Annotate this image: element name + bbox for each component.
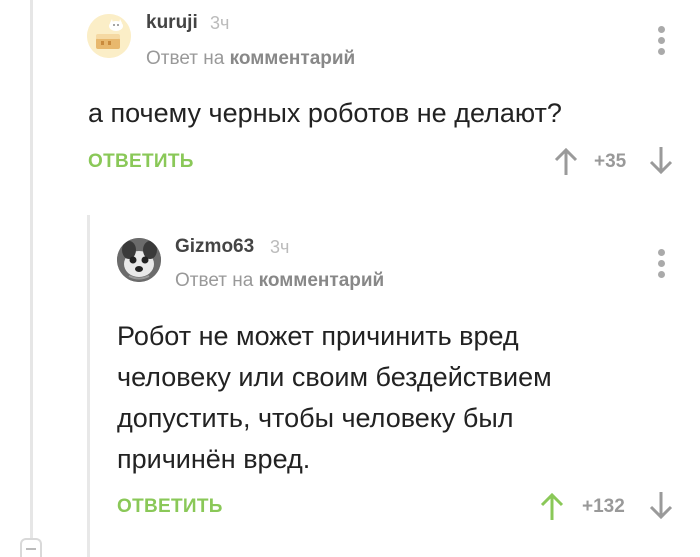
arrow-down-icon[interactable]: [648, 491, 674, 521]
comment-text-line: Робот не может причинить вред: [117, 321, 519, 351]
dog-avatar-icon: [117, 238, 161, 282]
reply-to-prefix: Ответ на: [146, 48, 225, 69]
reply-button[interactable]: ОТВЕТИТЬ: [117, 496, 223, 518]
reply-indent-line[interactable]: [87, 215, 90, 557]
thread-line[interactable]: [30, 0, 33, 557]
comment-menu-icon[interactable]: [658, 26, 666, 59]
comment-menu-icon[interactable]: [658, 249, 666, 282]
arrow-up-icon[interactable]: [553, 146, 579, 176]
reply-to-link[interactable]: комментарий: [230, 48, 356, 69]
comment-rating: +132: [582, 496, 625, 517]
reply-to-line: Ответ на комментарий: [175, 270, 384, 292]
comment-text: Робот не может причинить вред человеку и…: [117, 316, 552, 480]
comment-time: 3ч: [270, 237, 290, 257]
cat-cake-avatar-icon: [87, 14, 131, 58]
reply-to-line: Ответ на комментарий: [146, 48, 355, 70]
reply-button[interactable]: ОТВЕТИТЬ: [88, 151, 194, 173]
reply-to-prefix: Ответ на: [175, 270, 254, 291]
comment-text-line: человеку или своим бездействием: [117, 362, 552, 392]
comment-thread: kuruji 3ч Ответ на комментарий а почему …: [0, 0, 700, 557]
collapse-thread-icon[interactable]: [20, 538, 42, 557]
comment-author[interactable]: Gizmo63: [175, 236, 254, 258]
comment-author[interactable]: kuruji: [146, 12, 198, 34]
comment-text: а почему черных роботов не делают?: [88, 98, 562, 128]
avatar[interactable]: [117, 238, 161, 282]
comment-rating: +35: [594, 151, 627, 172]
comment-text-line: причинён вред.: [117, 444, 311, 474]
comment-text-line: допустить, чтобы человеку был: [117, 403, 514, 433]
comment-time: 3ч: [210, 13, 230, 33]
reply-to-link[interactable]: комментарий: [259, 270, 385, 291]
avatar[interactable]: [87, 14, 131, 58]
arrow-up-icon[interactable]: [539, 491, 565, 521]
arrow-down-icon[interactable]: [648, 146, 674, 176]
